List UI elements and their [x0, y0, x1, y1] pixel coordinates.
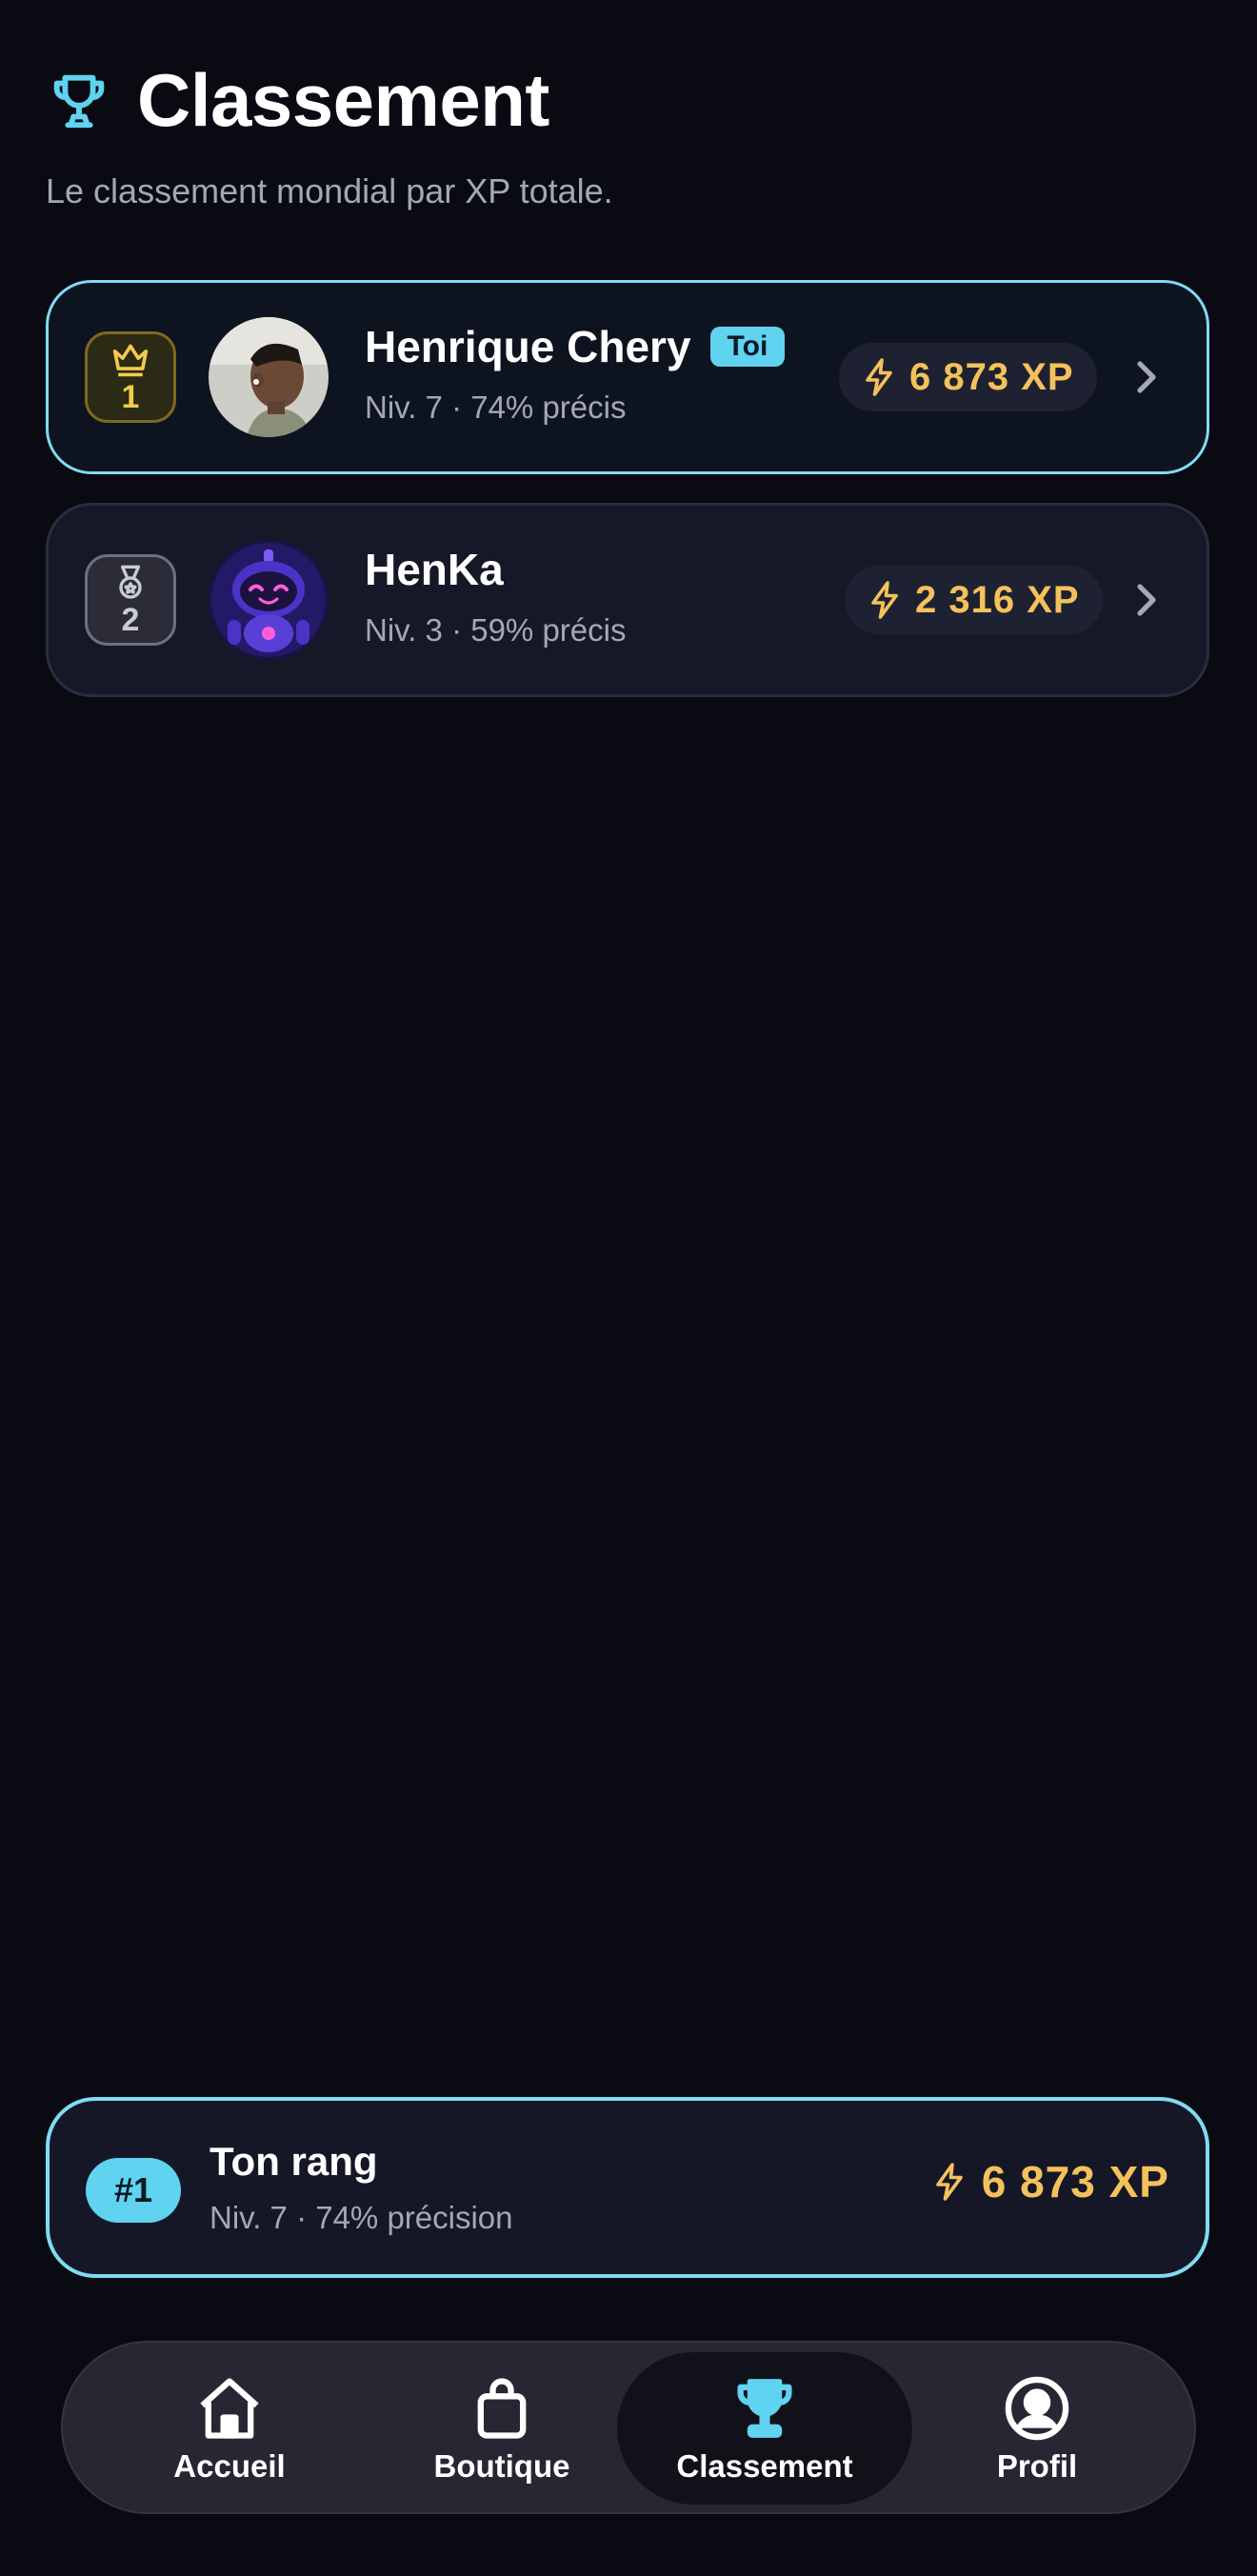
page-subtitle: Le classement mondial par XP totale.	[46, 171, 613, 210]
page-title: Classement	[137, 58, 549, 142]
leaderboard-row-2[interactable]: 2 HenKa Niv. 3 · 59% précis 2 316 XP	[46, 503, 1209, 697]
trophy-icon	[53, 74, 105, 129]
my-rank-position: #1	[86, 2158, 181, 2223]
nav-item-accueil[interactable]: Accueil	[82, 2352, 377, 2505]
xp-pill: 6 873 XP	[839, 343, 1097, 411]
avatar	[209, 317, 329, 437]
player-info: Henrique Chery Toi Niv. 7 · 74% précis	[365, 321, 786, 426]
current-user-tag: Toi	[709, 327, 786, 367]
nav-label: Profil	[996, 2448, 1078, 2484]
trophy-icon	[737, 2379, 792, 2438]
my-rank-xp: 6 873 XP	[932, 2156, 1169, 2207]
nav-label: Accueil	[173, 2448, 286, 2484]
rank-number: 1	[121, 379, 140, 415]
my-rank-xp-value: 6 873 XP	[981, 2157, 1169, 2207]
chevron-right-icon	[1137, 361, 1156, 393]
rank-badge-silver: 2	[85, 554, 176, 646]
lightning-icon	[935, 2163, 963, 2201]
profile-icon	[1005, 2376, 1069, 2441]
bottom-nav: Accueil Boutique Classement Profil	[61, 2341, 1196, 2514]
player-stats: Niv. 7 · 74% précis	[365, 389, 627, 425]
xp-value: 2 316 XP	[915, 578, 1080, 621]
nav-item-profil[interactable]: Profil	[889, 2352, 1185, 2505]
rank-badge-gold: 1	[85, 331, 176, 423]
player-stats: Niv. 3 · 59% précis	[365, 612, 627, 648]
player-name: HenKa	[365, 545, 504, 594]
lightning-icon	[866, 358, 892, 396]
my-rank-card[interactable]: #1 Ton rang Niv. 7 · 74% précision 6 873…	[46, 2097, 1209, 2278]
nav-item-boutique[interactable]: Boutique	[354, 2352, 649, 2505]
player-info: HenKa Niv. 3 · 59% précis	[365, 544, 626, 649]
xp-pill: 2 316 XP	[845, 566, 1103, 634]
leaderboard-row-1[interactable]: 1 Henrique Chery Toi Niv. 7 · 74% précis	[46, 280, 1209, 474]
lightning-icon	[871, 581, 898, 619]
nav-label: Classement	[676, 2448, 853, 2484]
my-rank-stats: Niv. 7 · 74% précision	[210, 2200, 513, 2235]
crown-icon	[112, 344, 149, 377]
bag-icon	[477, 2378, 527, 2439]
chevron-right-icon	[1137, 584, 1156, 616]
nav-item-classement[interactable]: Classement	[617, 2352, 912, 2505]
home-icon	[200, 2378, 259, 2439]
xp-value: 6 873 XP	[909, 355, 1074, 398]
my-rank-label: Ton rang	[210, 2139, 378, 2184]
player-name: Henrique Chery	[365, 322, 691, 371]
nav-label: Boutique	[433, 2448, 570, 2484]
medal-icon	[119, 565, 142, 599]
leaderboard-screen: Classement Le classement mondial par XP …	[0, 0, 1257, 2576]
avatar	[209, 540, 329, 660]
rank-number: 2	[121, 602, 140, 638]
page-header: Classement	[46, 63, 549, 137]
